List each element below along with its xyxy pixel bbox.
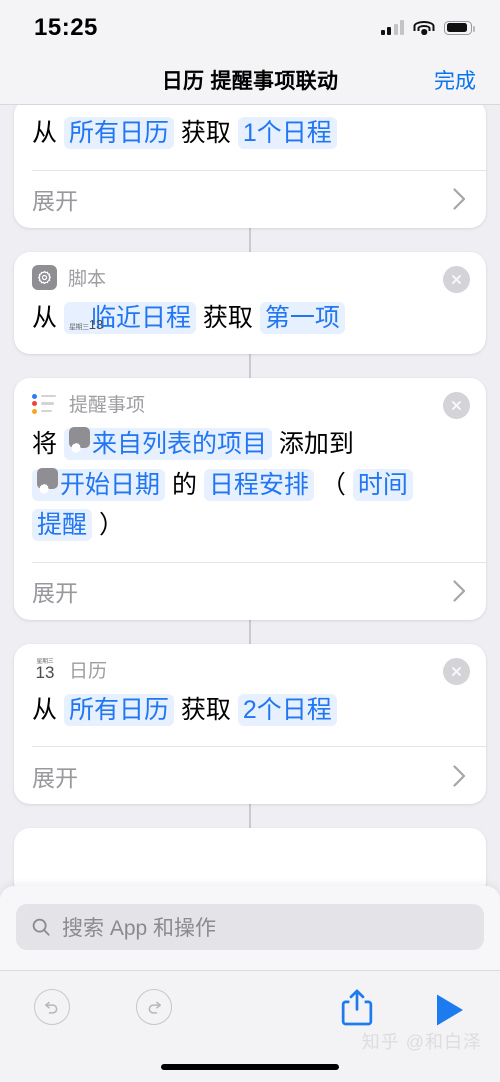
text-plain: （ <box>313 470 353 499</box>
parameter-token-count[interactable]: 2个日程 <box>237 693 337 726</box>
run-button[interactable] <box>434 993 466 1032</box>
search-panel: 搜索 App 和操作 <box>0 886 500 970</box>
text-plain: 从 <box>32 303 64 332</box>
search-placeholder: 搜索 App 和操作 <box>62 917 217 940</box>
done-button[interactable]: 完成 <box>434 65 476 95</box>
app-label: 脚本 <box>68 268 107 290</box>
parameter-token-calendar[interactable]: 所有日历 <box>63 693 174 726</box>
close-icon <box>452 401 461 410</box>
chevron-right-icon <box>453 188 466 210</box>
action-card-reminders-add-item[interactable]: 提醒事项 将 来自列表的项目 添加到 开始日期 的 日程安排 （ 时间 提醒 ）… <box>14 378 486 620</box>
share-icon <box>341 989 373 1026</box>
action-text[interactable]: 将 来自列表的项目 添加到 开始日期 的 日程安排 （ 时间 提醒 ） <box>14 418 486 562</box>
parameter-token-items-from-list[interactable]: 来自列表的项目 <box>63 427 272 460</box>
parameter-token-start-date[interactable]: 开始日期 <box>32 467 166 501</box>
shortcuts-editor-screen: 15:25 日历 提醒事项联动 完成 从 所有日历 获取 1个日程 展开 脚本 … <box>0 0 500 1082</box>
calendar-icon: 星期三13 <box>68 316 104 332</box>
script-gear-icon <box>32 264 57 290</box>
expand-row[interactable]: 展开 <box>32 561 486 620</box>
status-time: 15:25 <box>34 13 98 41</box>
share-button[interactable] <box>340 989 374 1032</box>
remove-action-button[interactable] <box>443 392 470 419</box>
action-text[interactable]: 从 所有日历 获取 2个日程 <box>14 684 486 747</box>
parameter-token-calendar[interactable]: 所有日历 <box>63 117 174 149</box>
action-connector <box>249 354 251 378</box>
expand-label: 展开 <box>32 764 78 791</box>
text-plain: 获取 <box>173 119 238 147</box>
expand-row[interactable]: 展开 <box>32 169 486 228</box>
undo-button[interactable] <box>34 989 70 1025</box>
action-connector <box>249 227 251 252</box>
text-plain: ） <box>92 511 124 539</box>
expand-row[interactable]: 展开 <box>32 746 486 804</box>
text-plain: 添加到 <box>271 430 354 458</box>
bottom-toolbar: 知乎 @和白泽 <box>0 970 500 1082</box>
card-header: 星期三 13 日历 <box>14 644 486 684</box>
navigation-bar: 日历 提醒事项联动 完成 <box>0 55 500 105</box>
page-title: 日历 提醒事项联动 <box>161 69 339 93</box>
text-plain: 将 <box>32 430 64 458</box>
text-plain: 获取 <box>195 303 260 332</box>
search-input[interactable]: 搜索 App 和操作 <box>16 904 484 950</box>
cellular-signal-icon <box>380 20 404 35</box>
app-label: 日历 <box>69 660 108 682</box>
redo-button[interactable] <box>136 989 172 1025</box>
parameter-token-alert[interactable]: 提醒 <box>32 509 93 541</box>
redo-icon <box>148 1001 161 1014</box>
status-bar: 15:25 <box>0 0 500 55</box>
expand-label: 展开 <box>32 188 78 214</box>
action-card-scripting-get-item[interactable]: 脚本 从 星期三13临近日程 获取 第一项 <box>14 251 486 355</box>
close-icon <box>452 666 461 676</box>
app-label: 提醒事项 <box>69 395 146 416</box>
action-card-calendar-find-2[interactable]: 星期三 13 日历 从 所有日历 获取 2个日程 展开 <box>14 643 486 804</box>
expand-label: 展开 <box>32 580 78 606</box>
text-plain: 从 <box>32 695 64 724</box>
parameter-token-time[interactable]: 时间 <box>352 468 413 501</box>
chevron-right-icon <box>453 764 466 787</box>
wifi-icon <box>413 20 435 36</box>
action-connector <box>249 619 251 644</box>
card-header: 脚本 <box>14 252 486 292</box>
reminders-list-icon <box>32 393 58 415</box>
action-card-calendar-find-1[interactable]: 从 所有日历 获取 1个日程 展开 <box>14 105 486 228</box>
action-text[interactable]: 从 所有日历 获取 1个日程 <box>14 105 486 170</box>
play-icon <box>437 994 463 1026</box>
status-indicators <box>380 20 475 36</box>
close-icon <box>452 274 461 284</box>
parameter-token-first-item[interactable]: 第一项 <box>259 301 345 334</box>
gear-icon <box>68 427 90 454</box>
undo-icon <box>45 1001 58 1014</box>
battery-icon <box>444 20 475 35</box>
chevron-right-icon <box>453 580 466 602</box>
parameter-token-count[interactable]: 1个日程 <box>237 117 337 149</box>
card-header: 提醒事项 <box>14 378 486 418</box>
calendar-icon: 星期三 13 <box>35 658 55 682</box>
remove-action-button[interactable] <box>443 657 470 685</box>
home-indicator[interactable] <box>161 1064 339 1070</box>
action-text[interactable]: 从 星期三13临近日程 获取 第一项 <box>14 292 486 355</box>
search-icon <box>32 918 50 936</box>
remove-action-button[interactable] <box>443 265 470 293</box>
text-plain: 从 <box>32 119 64 147</box>
parameter-token-schedule[interactable]: 日程安排 <box>203 468 314 501</box>
action-connector <box>249 804 251 828</box>
watermark: 知乎 @和白泽 <box>361 1032 482 1052</box>
gear-icon <box>37 467 58 494</box>
text-plain: 的 <box>165 470 204 499</box>
text-plain: 获取 <box>173 695 238 724</box>
parameter-token-upcoming-events[interactable]: 星期三13临近日程 <box>63 301 196 334</box>
